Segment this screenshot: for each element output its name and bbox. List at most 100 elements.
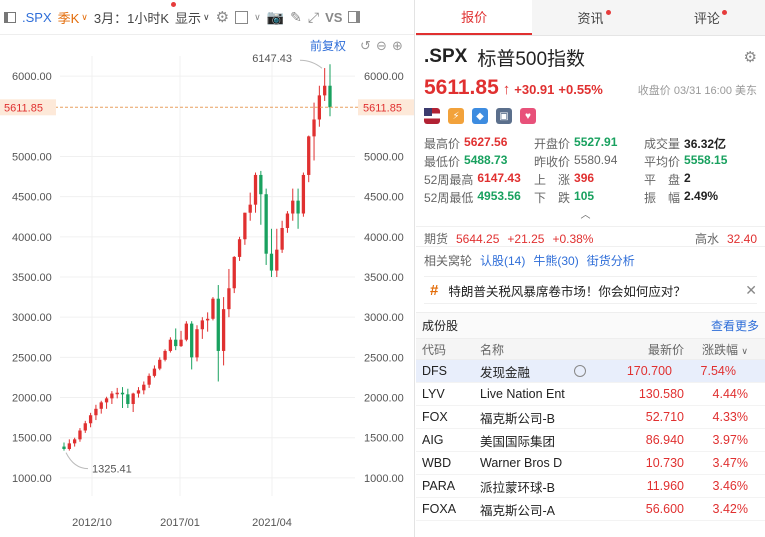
high-label: 6147.43 <box>252 53 292 65</box>
table-row[interactable]: DFS 发现金融 170.700 7.54% <box>416 360 765 383</box>
candle-body <box>312 119 316 137</box>
price-change: +30.91 <box>514 82 555 97</box>
stat-cell: 52周最高 6147.43 <box>424 170 521 187</box>
lightning-icon[interactable]: ⚡ <box>448 108 464 124</box>
candle-body <box>328 85 332 108</box>
table-header: 代码 名称 最新价 涨跌幅 ∨ <box>416 338 765 360</box>
candle-body <box>190 323 194 358</box>
undo-icon[interactable]: ↺ <box>360 38 371 53</box>
gear-icon[interactable]: ⚙ <box>216 8 229 26</box>
candle-body <box>147 375 151 385</box>
candle-body <box>131 393 135 404</box>
chart-panel: .SPX 季K ∨ 3月：1小时K 显示 ∨ ⚙ ∨ 📷 ✎ ⤢ VS 前复权 ↺ ⊖ ⊕… <box>0 0 415 537</box>
table-row[interactable]: AIG 美国国际集团 86.940 3.97% <box>416 429 765 452</box>
y-tick-label-left: 6000.00 <box>12 71 52 83</box>
zoom-out-icon[interactable]: ⊖ <box>376 38 387 53</box>
candle-body <box>301 174 306 214</box>
table-row[interactable]: FOXA 福克斯公司-A 56.600 3.42% <box>416 498 765 521</box>
candle-body <box>285 213 290 228</box>
stat-cell: 振 幅 2.49% <box>644 188 719 205</box>
stats-row: 最高价 5627.56 开盘价 5527.91 成交量 36.32亿 <box>424 134 757 152</box>
candle-body <box>248 204 252 213</box>
candle-body <box>200 320 204 330</box>
zoom-in-icon[interactable]: ⊕ <box>392 38 403 53</box>
candle-body <box>62 446 66 449</box>
y-tick-label-right: 1500.00 <box>364 433 404 445</box>
candle-body <box>184 323 189 340</box>
candle-body <box>158 359 162 369</box>
panel-toggle-icon[interactable] <box>348 11 361 23</box>
stats-grid: 最高价 5627.56 开盘价 5527.91 成交量 36.32亿 最低价 5488.73 昨… <box>416 134 765 206</box>
y-tick-label-left: 5000.00 <box>12 151 52 163</box>
candle-body <box>152 368 157 376</box>
candle-body <box>174 339 178 347</box>
watch-icon[interactable] <box>574 365 586 377</box>
stat-cell: 平均价 5558.15 <box>644 152 728 169</box>
candle-body <box>168 339 173 351</box>
candle-body <box>237 239 242 257</box>
candle-body <box>83 423 87 431</box>
view-more-link[interactable]: 查看更多 <box>711 317 759 334</box>
settings-icon[interactable]: ⚙ <box>744 48 757 66</box>
vs-button[interactable]: VS <box>325 10 342 25</box>
fullscreen-icon[interactable]: ⤢ <box>308 9 319 26</box>
tab-news[interactable]: 资讯 <box>532 0 648 35</box>
red-dot-icon <box>605 10 611 15</box>
link-bull-bear[interactable]: 牛熊(30) <box>533 252 578 269</box>
table-row[interactable]: FOX 福克斯公司-B 52.710 4.33% <box>416 406 765 429</box>
heart-icon[interactable]: ♥ <box>520 108 536 124</box>
restore-button[interactable]: 前复权 <box>310 38 346 53</box>
candle-body <box>104 398 109 403</box>
candle-body <box>264 194 268 254</box>
candle-body <box>323 85 327 96</box>
stat-cell: 52周最低 4953.56 <box>424 188 521 205</box>
table-row[interactable]: PARA 派拉蒙环球-B 11.960 3.46% <box>416 475 765 498</box>
candle-body <box>67 443 71 449</box>
tab-comments[interactable]: 评论 <box>649 0 765 35</box>
period-selector[interactable]: 季K ∨ <box>58 8 88 27</box>
news-banner[interactable]: # 特朗普关税风暴席卷市场！你会如何应对？ ✕ <box>424 276 757 304</box>
candle-body <box>232 256 236 289</box>
tag-icon[interactable]: ◆ <box>472 108 488 124</box>
low-label: 1325.41 <box>92 464 132 476</box>
stats-row: 最低价 5488.73 昨收价 5580.94 平均价 5558.15 <box>424 152 757 170</box>
sort-pct-header[interactable]: 涨跌幅 ∨ <box>684 341 756 358</box>
pen-icon[interactable]: ✎ <box>290 9 302 26</box>
bus-icon[interactable]: ▣ <box>496 108 512 124</box>
stat-cell: 成交量 36.32亿 <box>644 136 727 151</box>
symbol-label[interactable]: .SPX <box>22 10 52 25</box>
dropdown-icon[interactable]: ∨ <box>254 12 261 23</box>
candle-body <box>211 298 215 319</box>
display-selector[interactable]: 显示 ∨ <box>171 1 210 27</box>
sidebar-toggle-icon[interactable] <box>4 11 16 23</box>
y-tick-label-right: 5000.00 <box>364 151 404 163</box>
link-street-analysis[interactable]: 街货分析 <box>587 252 635 269</box>
table-row[interactable]: WBD Warner Bros D 10.730 3.47% <box>416 452 765 475</box>
interval-selector[interactable]: 3月：1小时K <box>94 8 169 27</box>
candle-body <box>307 136 311 175</box>
candle-body <box>179 339 183 347</box>
candle-body <box>99 402 103 409</box>
collapse-icon[interactable]: ︿ <box>406 206 765 221</box>
camera-icon[interactable]: 📷 <box>267 9 284 26</box>
close-icon[interactable]: ✕ <box>745 282 757 299</box>
candle-body <box>296 200 300 214</box>
candle-body <box>275 249 279 271</box>
chevron-down-icon: ∨ <box>81 11 88 22</box>
stat-cell: 昨收价 5580.94 <box>534 152 618 169</box>
us-flag-icon[interactable] <box>424 108 440 124</box>
link-warrants[interactable]: 认股(14) <box>480 252 525 269</box>
tab-quote[interactable]: 报价 <box>416 0 533 35</box>
red-dot-icon <box>171 1 177 7</box>
stat-cell: 开盘价 5527.91 <box>534 134 618 151</box>
candle-body <box>253 174 258 205</box>
y-tick-label-right: 3500.00 <box>364 272 404 284</box>
rect-tool-icon[interactable] <box>235 10 249 24</box>
candle-body <box>291 200 295 214</box>
y-tick-label-right: 6000.00 <box>364 71 404 83</box>
table-row[interactable]: LYV Live Nation Ent 130.580 4.44% <box>416 383 765 406</box>
tab-bar: 报价 资讯 评论 <box>416 0 765 36</box>
red-dot-icon <box>722 10 728 15</box>
candlestick-chart[interactable]: 前复权 ↺ ⊖ ⊕ 1000.00 1000.00 1500.00 1500.00 2000.0… <box>0 36 415 537</box>
candle-body <box>72 439 77 444</box>
